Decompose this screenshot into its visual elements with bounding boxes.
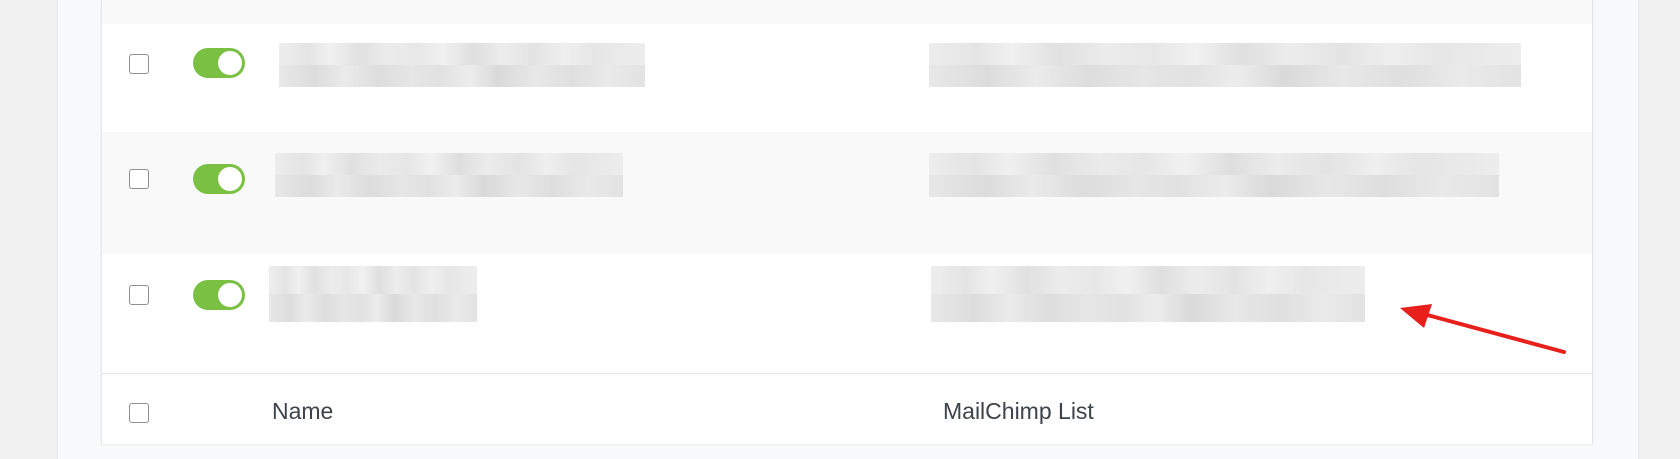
table-row [102, 254, 1592, 373]
row-select-checkbox[interactable] [129, 54, 149, 74]
row-list-redacted [929, 153, 1499, 197]
toggle-knob [218, 283, 242, 307]
row-select-checkbox[interactable] [129, 285, 149, 305]
table-row [102, 24, 1592, 132]
row-enabled-toggle[interactable] [193, 164, 245, 194]
toggle-knob [218, 167, 242, 191]
row-enabled-toggle[interactable] [193, 280, 245, 310]
toggle-knob [218, 51, 242, 75]
column-header-name[interactable]: Name [272, 398, 333, 425]
table-footer-header: Name MailChimp List [102, 373, 1592, 444]
table-row [102, 132, 1592, 254]
mailchimp-forms-table: Name MailChimp List [101, 0, 1593, 444]
red-arrow-icon [1400, 304, 1566, 354]
arrow-head [1400, 304, 1432, 328]
row-select-checkbox[interactable] [129, 169, 149, 189]
arrow-shaft [1418, 311, 1566, 354]
row-list-redacted [931, 266, 1365, 322]
row-enabled-toggle[interactable] [193, 48, 245, 78]
row-name-redacted [269, 266, 477, 322]
column-header-mailchimp-list[interactable]: MailChimp List [943, 398, 1094, 425]
row-name-redacted [275, 153, 623, 197]
table-top-strip [102, 0, 1592, 24]
row-list-redacted [929, 43, 1521, 87]
select-all-checkbox[interactable] [129, 403, 149, 423]
row-name-redacted [279, 43, 645, 87]
